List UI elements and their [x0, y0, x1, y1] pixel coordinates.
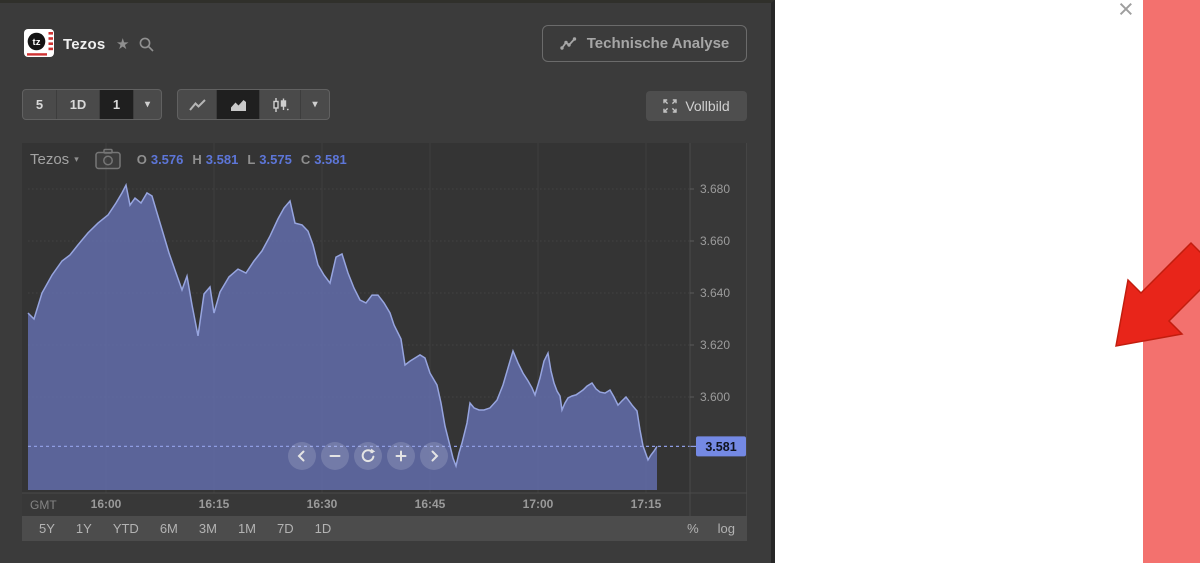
scale-toggle-log[interactable]: log — [718, 521, 735, 536]
range-preset-5y[interactable]: 5Y — [39, 521, 55, 536]
minus-icon — [326, 447, 344, 465]
interval-button-5[interactable]: 5 — [23, 90, 57, 119]
x-tick-label: 16:00 — [91, 497, 122, 511]
chart-type-area-button[interactable] — [217, 90, 260, 119]
chevron-left-icon — [293, 447, 311, 465]
ohlc-pair: L3.575 — [247, 152, 292, 167]
interval-button-group: 51D1 ▾ — [22, 89, 162, 120]
plus-icon — [392, 447, 410, 465]
chart-type-group: ▾ — [177, 89, 330, 120]
y-tick-label: 3.620 — [700, 338, 730, 352]
ohlc-values: O3.576 H3.581 L3.575 C3.581 — [137, 152, 347, 167]
x-tick-label: 16:45 — [415, 497, 446, 511]
red-highlight-stripe — [1143, 0, 1200, 563]
interval-more-button[interactable]: ▾ — [134, 90, 161, 119]
y-tick-label: 3.600 — [700, 390, 730, 404]
fullscreen-label: Vollbild — [685, 98, 729, 114]
chart-nav-controls — [288, 442, 448, 470]
trading-app: tz Tezos ★ Technische Analyse 51D1▾ — [0, 0, 1200, 563]
scale-toggle-%[interactable]: % — [687, 521, 699, 536]
chart-type-more-button[interactable]: ▾ — [301, 90, 329, 119]
chart-panel: tz Tezos ★ Technische Analyse 51D1▾ — [0, 0, 775, 563]
chevron-down-icon[interactable]: ▾ — [74, 154, 79, 165]
current-price-value: 3.581 — [705, 440, 736, 454]
chart-type-line-button[interactable] — [178, 90, 217, 119]
snapshot-camera-icon[interactable] — [95, 148, 121, 170]
candlestick-icon — [271, 97, 289, 113]
tezos-logo: tz — [24, 29, 54, 57]
interval-button-1d[interactable]: 1D — [57, 90, 100, 119]
reset-chart-button[interactable] — [354, 442, 382, 470]
chart-type-candles-button[interactable] — [260, 90, 301, 119]
interval-button-1[interactable]: 1 — [100, 90, 134, 119]
search-icon[interactable] — [138, 36, 156, 54]
range-preset-6m[interactable]: 6M — [160, 521, 178, 536]
chevron-down-icon: ▾ — [145, 99, 150, 110]
chart-widget: 3.680 3.660 3.640 3.620 3.600 3.581 Tezos ▾ O… — [22, 143, 747, 541]
technical-analysis-button[interactable]: Technische Analyse — [542, 25, 747, 62]
timezone-label: GMT — [30, 498, 57, 512]
ohlc-pair: O3.576 — [137, 152, 184, 167]
instrument-title: Tezos — [63, 36, 105, 53]
range-preset-1m[interactable]: 1M — [238, 521, 256, 536]
fullscreen-button[interactable]: Vollbild — [646, 91, 747, 121]
technical-analysis-label: Technische Analyse — [587, 35, 730, 52]
range-presets: 5Y 1Y YTD 6M 3M 1M 7D 1D — [22, 521, 331, 536]
range-bar: 5Y 1Y YTD 6M 3M 1M 7D 1D % log — [22, 516, 747, 541]
zoom-out-button[interactable] — [321, 442, 349, 470]
x-tick-label: 17:15 — [631, 497, 662, 511]
legend-symbol-selector[interactable]: Tezos — [30, 151, 69, 168]
y-tick-label: 3.680 — [700, 182, 730, 196]
logo-tz-glyph: tz — [33, 37, 41, 48]
line-chart-icon — [560, 37, 578, 51]
y-tick-label: 3.640 — [700, 286, 730, 300]
x-tick-label: 16:15 — [199, 497, 230, 511]
pan-left-button[interactable] — [288, 442, 316, 470]
ohlc-pair: H3.581 — [192, 152, 238, 167]
time-axis: GMT 16:00 16:15 16:30 16:45 17:00 17:15 — [22, 493, 747, 516]
scale-toggles: % log — [687, 521, 735, 536]
range-preset-ytd[interactable]: YTD — [113, 521, 139, 536]
range-preset-3m[interactable]: 3M — [199, 521, 217, 536]
order-panel: Jetzt Zum Preis Handelsbetrag € 1 500 ▾ … — [775, 0, 1200, 563]
ohlc-pair: C3.581 — [301, 152, 347, 167]
pan-right-button[interactable] — [420, 442, 448, 470]
y-tick-label: 3.660 — [700, 234, 730, 248]
favorite-star-icon[interactable]: ★ — [116, 35, 129, 53]
chevron-right-icon — [425, 447, 443, 465]
refresh-icon — [359, 447, 377, 465]
range-preset-1y[interactable]: 1Y — [76, 521, 92, 536]
x-tick-label: 16:30 — [307, 497, 338, 511]
chevron-down-icon: ▾ — [312, 99, 317, 110]
line-type-icon — [189, 98, 206, 112]
range-preset-1d[interactable]: 1D — [315, 521, 332, 536]
area-type-icon — [230, 98, 247, 112]
expand-icon — [663, 99, 677, 113]
zoom-in-button[interactable] — [387, 442, 415, 470]
range-preset-7d[interactable]: 7D — [277, 521, 294, 536]
chart-legend: Tezos ▾ O3.576 H3.581 L3.575 C3.581 — [30, 147, 347, 171]
close-icon[interactable]: × — [1118, 0, 1134, 25]
x-tick-label: 17:00 — [523, 497, 554, 511]
